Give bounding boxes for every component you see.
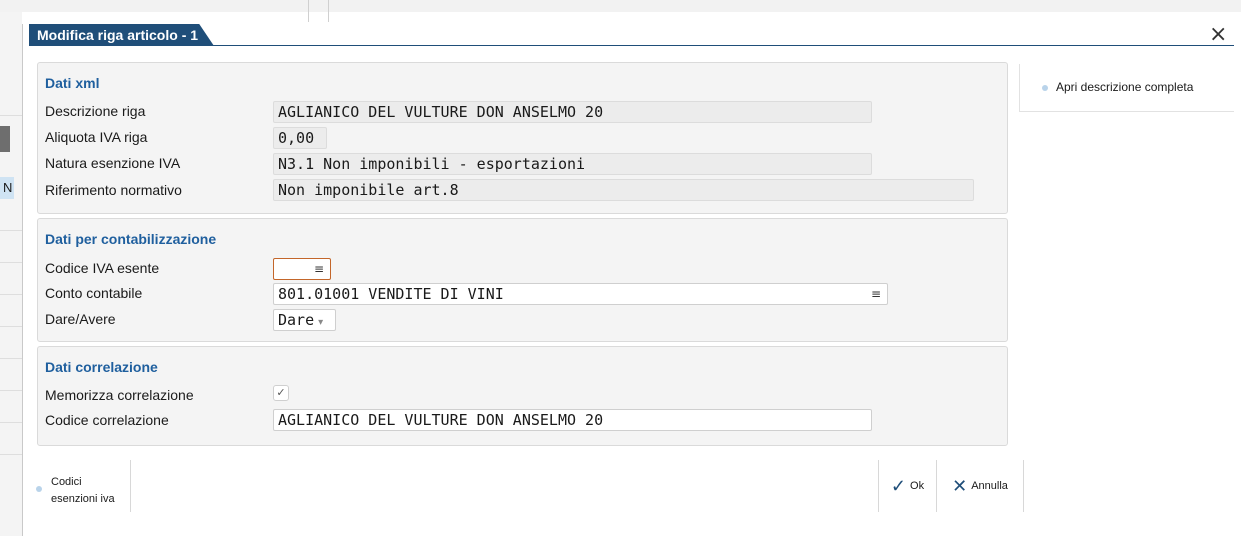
bullet-icon [36, 486, 42, 492]
background-divider [328, 0, 329, 22]
close-icon: ✕ [952, 475, 968, 496]
section-dati-contabilizzazione: Dati per contabilizzazione Codice IVA es… [37, 218, 1008, 342]
section-dati-correlazione: Dati correlazione Memorizza correlazione… [37, 346, 1008, 446]
modifica-riga-dialog: Modifica riga articolo - 1 × Dati xml De… [22, 24, 1241, 536]
background-grid-line [0, 294, 22, 295]
label-codice-iva-esente: Codice IVA esente [45, 260, 160, 276]
codici-esenzioni-label: Codici esenzioni iva [51, 474, 131, 508]
section-title-correlazione: Dati correlazione [45, 359, 158, 375]
background-grid-line [0, 390, 22, 391]
side-action-panel: Apri descrizione completa [1019, 64, 1234, 112]
background-grid-line [0, 115, 22, 116]
label-natura-esenzione: Natura esenzione IVA [45, 155, 181, 171]
background-grid-line [0, 422, 22, 423]
field-riferimento-normativo: Non imponibile art.8 [273, 179, 974, 201]
field-descrizione-riga: AGLIANICO DEL VULTURE DON ANSELMO 20 [273, 101, 872, 123]
close-icon[interactable]: × [1209, 24, 1227, 46]
background-divider [308, 0, 309, 22]
label-descrizione-riga: Descrizione riga [45, 103, 146, 119]
dare-avere-select[interactable]: Dare ▾ [273, 309, 336, 331]
conto-contabile-input[interactable]: 801.01001 VENDITE DI VINI ≡ [273, 283, 888, 305]
background-grid-line [0, 230, 22, 231]
dialog-title: Modifica riga articolo - 1 [29, 24, 215, 46]
label-dare-avere: Dare/Avere [45, 311, 116, 327]
memorizza-correlazione-checkbox[interactable]: ✓ [273, 385, 289, 401]
chevron-down-icon: ▾ [318, 317, 324, 328]
codice-correlazione-input[interactable]: AGLIANICO DEL VULTURE DON ANSELMO 20 [273, 409, 872, 431]
bullet-icon [1042, 84, 1048, 91]
background-scroll-thumb [0, 126, 10, 152]
section-title-dati-xml: Dati xml [45, 75, 100, 91]
apri-descrizione-completa-link[interactable]: Apri descrizione completa [1042, 80, 1193, 94]
background-toolbar [0, 0, 1241, 12]
dare-avere-value: Dare [278, 311, 315, 329]
background-grid-line [0, 358, 22, 359]
background-grid-line [0, 454, 22, 455]
label-codice-correlazione: Codice correlazione [45, 412, 169, 428]
section-title-contabilizzazione: Dati per contabilizzazione [45, 231, 217, 247]
label-memorizza-correlazione: Memorizza correlazione [45, 387, 194, 403]
field-natura-esenzione: N3.1 Non imponibili - esportazioni [273, 153, 872, 175]
ok-label: Ok [910, 480, 925, 492]
annulla-label: Annulla [971, 480, 1008, 492]
codice-iva-esente-input[interactable]: ≡ [273, 258, 331, 280]
check-icon: ✓ [276, 386, 286, 399]
lookup-icon[interactable]: ≡ [871, 284, 881, 304]
lookup-icon[interactable]: ≡ [314, 259, 324, 279]
checkmark-icon: ✓ [890, 475, 907, 496]
annulla-button[interactable]: ✕ Annulla [936, 460, 1023, 512]
label-riferimento-normativo: Riferimento normativo [45, 182, 182, 198]
codici-esenzioni-line2: esenzioni iva [51, 493, 115, 505]
section-dati-xml: Dati xml Descrizione riga AGLIANICO DEL … [37, 62, 1008, 214]
title-underline [29, 45, 1234, 46]
background-grid-column [0, 12, 22, 536]
background-grid-line [0, 326, 22, 327]
label-aliquota-iva: Aliquota IVA riga [45, 129, 148, 145]
label-conto-contabile: Conto contabile [45, 285, 143, 301]
field-aliquota-iva: 0,00 [273, 127, 327, 149]
codici-esenzioni-iva-button[interactable]: Codici esenzioni iva [23, 460, 131, 512]
background-grid-line [0, 262, 22, 263]
background-selected-cell: N [0, 177, 14, 199]
ok-button[interactable]: ✓ Ok [878, 460, 936, 512]
codici-esenzioni-line1: Codici [51, 476, 82, 488]
button-bar-divider [1023, 460, 1024, 512]
apri-descrizione-label: Apri descrizione completa [1056, 80, 1194, 94]
conto-contabile-value: 801.01001 VENDITE DI VINI [278, 285, 504, 303]
